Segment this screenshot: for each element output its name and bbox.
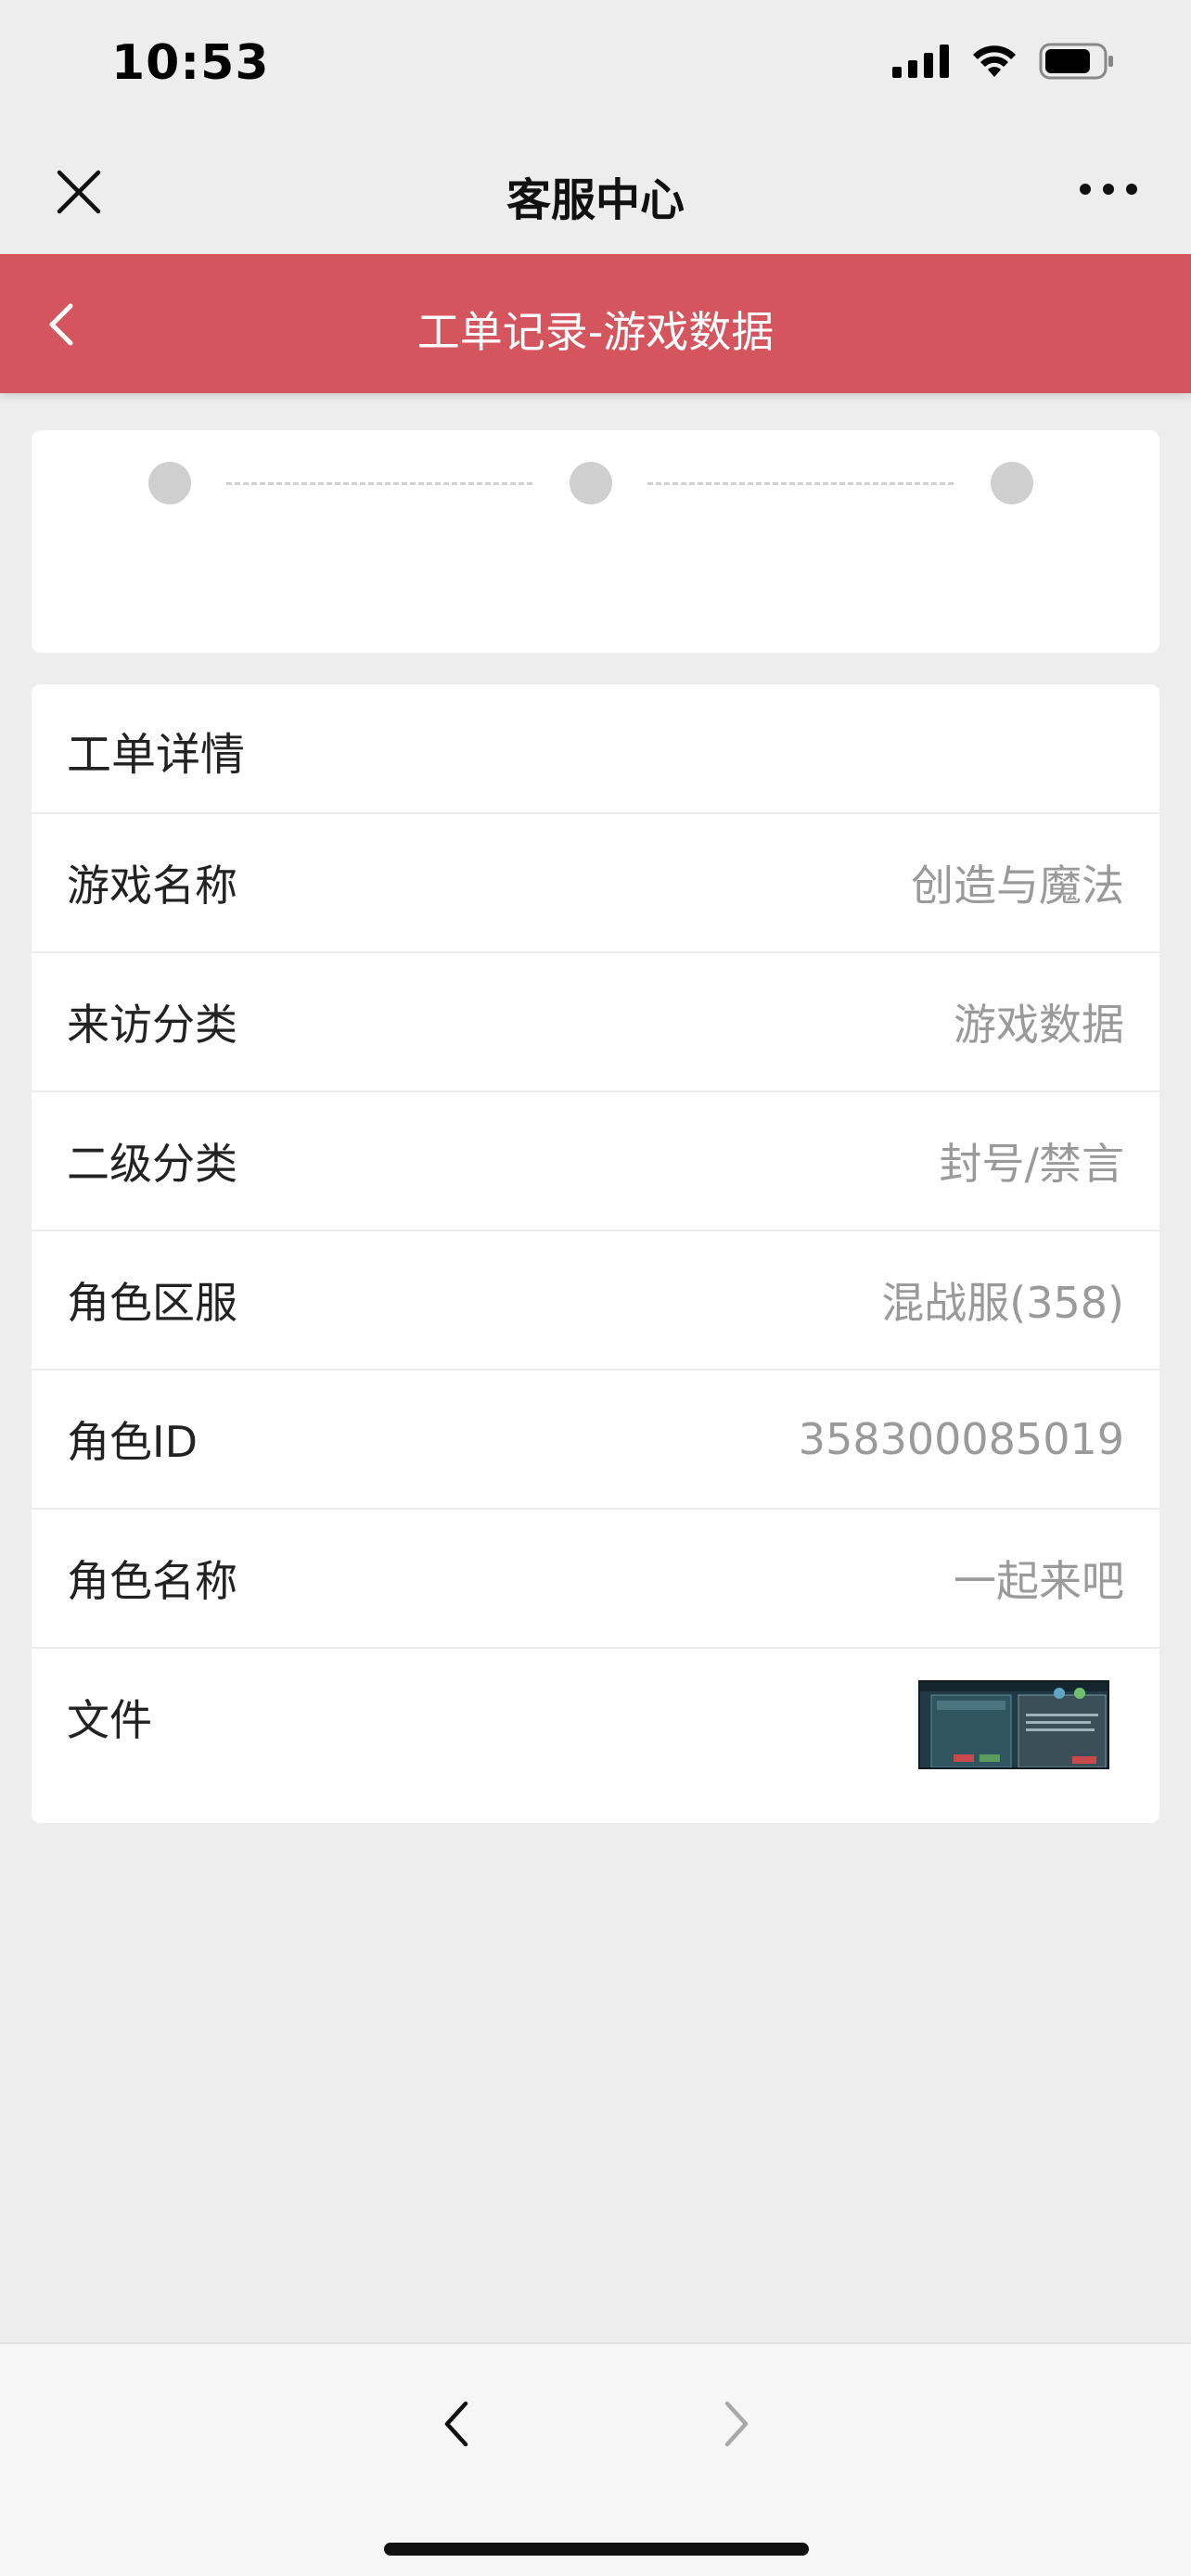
detail-row-subcategory: 二级分类 封号/禁言 [32,1090,1159,1230]
detail-row-game-name: 游戏名称 创造与魔法 [32,812,1159,951]
ticket-details: 工单详情 游戏名称 创造与魔法 来访分类 游戏数据 二级分类 封号/禁言 角色区… [32,684,1159,1823]
row-label: 来访分类 [67,1000,237,1050]
detail-row-file: 文件 [32,1647,1159,1786]
more-icon[interactable] [1080,184,1137,195]
step-dot [148,462,191,504]
step-connector [226,482,532,485]
wifi-icon [973,45,1016,77]
row-value: 创造与魔法 [911,861,1124,911]
more-dot [1103,184,1114,195]
detail-row-role-id: 角色ID 358300085019 [32,1369,1159,1508]
row-label: 角色名称 [67,1556,237,1606]
step-dot [991,462,1033,504]
row-label: 游戏名称 [67,861,237,911]
status-icons [892,43,1115,80]
row-label: 角色ID [67,1417,198,1467]
row-value: 游戏数据 [954,1000,1124,1050]
row-value: 一起来吧 [954,1556,1124,1606]
page-title: 工单记录-游戏数据 [416,307,775,357]
detail-row-server: 角色区服 混战服(358) [32,1230,1159,1369]
nav-title: 客服中心 [506,174,685,226]
bottom-toolbar [0,2342,1191,2576]
row-label: 角色区服 [67,1278,237,1328]
signal-icon [892,45,949,78]
step-dot [570,462,612,504]
chevron-left-icon[interactable] [438,2394,475,2454]
chevron-right-icon[interactable] [718,2394,755,2454]
detail-row-visit-category: 来访分类 游戏数据 [32,951,1159,1090]
status-bar: 10:53 [0,0,1191,130]
row-label: 二级分类 [67,1139,237,1189]
step-connector [647,482,954,485]
row-value: 混战服(358) [881,1278,1124,1328]
screenshot-thumbnail-icon [920,1682,1108,1767]
nav-bar: 客服中心 [0,130,1191,254]
row-label: 文件 [67,1695,152,1745]
status-time: 10:53 [111,35,270,91]
page-header: 工单记录-游戏数据 [0,254,1191,393]
progress-steps [32,430,1159,653]
details-title: 工单详情 [67,729,246,781]
battery-icon [1039,43,1113,80]
detail-row-role-name: 角色名称 一起来吧 [32,1508,1159,1647]
row-value: 封号/禁言 [939,1139,1125,1189]
home-indicator [384,2543,809,2556]
file-thumbnail[interactable] [918,1680,1109,1769]
more-dot [1126,184,1137,195]
row-value: 358300085019 [798,1414,1124,1464]
more-dot [1080,184,1091,195]
